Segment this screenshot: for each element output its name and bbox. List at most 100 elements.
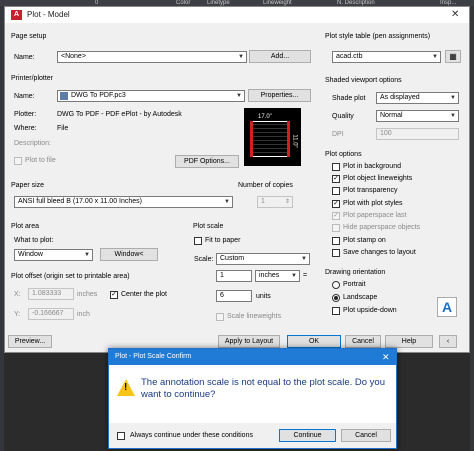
- quality-select[interactable]: Normal ▼: [376, 110, 459, 122]
- edit-plot-style-icon[interactable]: ▦: [445, 50, 461, 63]
- shade-plot-label: Shade plot: [332, 95, 366, 102]
- fit-to-paper-label: Fit to paper: [205, 237, 241, 244]
- offset-y-label: Y:: [14, 311, 21, 318]
- what-to-plot-select[interactable]: Window ▼: [14, 249, 93, 261]
- printer-header: Printer/plotter: [11, 75, 54, 82]
- plot-object-lineweights-checkbox[interactable]: ✓: [332, 175, 340, 183]
- preview-button[interactable]: Preview...: [8, 335, 52, 348]
- plot-scale-confirm-dialog: Plot - Plot Scale Confirm ✕ ! The annota…: [108, 348, 397, 449]
- plot-options-header: Plot options: [325, 151, 362, 158]
- help-button[interactable]: Help: [385, 335, 433, 348]
- confirm-dialog-title: Plot - Plot Scale Confirm: [115, 353, 192, 360]
- save-changes-to-layout-checkbox[interactable]: [332, 249, 340, 257]
- paper-size-value: ANSI full bleed B (17.00 x 11.00 Inches): [18, 198, 142, 205]
- chevron-down-icon: ▼: [238, 54, 244, 60]
- pdf-options-button[interactable]: PDF Options...: [175, 155, 239, 168]
- paper-width-label: 17.0": [258, 114, 272, 120]
- continue-button[interactable]: Continue: [279, 429, 336, 442]
- add-page-setup-button[interactable]: Add...: [249, 50, 311, 63]
- properties-button[interactable]: Properties...: [248, 89, 311, 102]
- plot-offset-header: Plot offset (origin set to printable are…: [11, 273, 130, 280]
- scale-drawing-units-label: units: [256, 293, 271, 300]
- spinner-icon: ⇕: [284, 199, 290, 205]
- plot-style-header: Plot style table (pen assignments): [325, 33, 431, 40]
- window-pick-button[interactable]: Window<: [100, 248, 158, 261]
- plot-in-background-checkbox[interactable]: [332, 163, 340, 171]
- confirm-cancel-button[interactable]: Cancel: [341, 429, 391, 442]
- copies-input[interactable]: 1 ⇕: [257, 196, 293, 208]
- warning-icon: !: [117, 379, 135, 396]
- printer-name-select[interactable]: DWG To PDF.pc3 ▼: [57, 90, 245, 102]
- plot-style-value: acad.ctb: [336, 53, 363, 60]
- chevron-down-icon: ▼: [224, 199, 230, 205]
- plot-scale-header: Plot scale: [193, 223, 224, 230]
- scale-select[interactable]: Custom ▼: [216, 253, 310, 265]
- printer-name-value: DWG To PDF.pc3: [71, 92, 126, 99]
- confirm-dialog-titlebar: Plot - Plot Scale Confirm ✕: [109, 349, 396, 365]
- scale-value: Custom: [220, 255, 245, 262]
- plot-upside-down-checkbox[interactable]: [332, 307, 340, 315]
- plot-stamp-on-checkbox[interactable]: [332, 237, 340, 245]
- center-plot-checkbox[interactable]: ✓: [110, 291, 118, 299]
- chevron-down-icon: ▼: [291, 273, 297, 279]
- plot-dialog: A Plot - Model ✕ Page setup Name: <None>…: [4, 6, 470, 353]
- close-icon[interactable]: ✕: [382, 352, 390, 363]
- hide-paperspace-objects-checkbox[interactable]: [332, 224, 340, 232]
- always-continue-checkbox[interactable]: [117, 432, 125, 440]
- cancel-button[interactable]: Cancel: [345, 335, 381, 348]
- paper-preview-sheet: [250, 121, 290, 157]
- chevron-down-icon: ▼: [450, 113, 456, 119]
- landscape-radio[interactable]: [332, 294, 340, 302]
- chevron-down-icon: ▼: [432, 54, 438, 60]
- page-setup-name-value: <None>: [61, 53, 86, 60]
- shade-plot-select[interactable]: As displayed ▼: [376, 92, 459, 104]
- plot-to-file-label: Plot to file: [25, 157, 56, 164]
- dpi-label: DPI: [332, 131, 344, 138]
- plot-upside-down-label: Plot upside-down: [343, 307, 397, 314]
- printer-name-label: Name:: [14, 93, 35, 100]
- scale-lineweights-checkbox[interactable]: [216, 313, 224, 321]
- plot-paperspace-last-checkbox[interactable]: ✓: [332, 212, 340, 220]
- close-icon[interactable]: ✕: [451, 9, 459, 20]
- where-value: File: [57, 125, 69, 132]
- chevron-left-icon: ‹: [446, 338, 450, 345]
- offset-x-input[interactable]: 1.083333: [28, 288, 74, 300]
- copies-header: Number of copies: [238, 182, 293, 189]
- scale-units-value: inches: [259, 272, 280, 279]
- collapse-options-button[interactable]: ‹: [439, 335, 457, 348]
- plot-option-label: Plot object lineweights: [343, 175, 413, 182]
- plot-dialog-title: Plot - Model: [27, 10, 70, 19]
- apply-to-layout-button[interactable]: Apply to Layout: [218, 335, 280, 348]
- shaded-header: Shaded viewport options: [325, 77, 402, 84]
- background-right-panel: [470, 6, 474, 451]
- paper-size-select[interactable]: ANSI full bleed B (17.00 x 11.00 Inches)…: [14, 196, 233, 208]
- fit-to-paper-checkbox[interactable]: [194, 237, 202, 245]
- page-setup-name-select[interactable]: <None> ▼: [57, 51, 247, 63]
- paper-size-header: Paper size: [11, 182, 45, 189]
- orientation-header: Drawing orientation: [325, 269, 386, 276]
- autocad-app-icon: A: [11, 10, 22, 20]
- shade-plot-value: As displayed: [380, 94, 420, 101]
- printer-icon: [60, 92, 68, 100]
- plot-with-plot-styles-checkbox[interactable]: ✓: [332, 200, 340, 208]
- ok-button[interactable]: OK: [287, 335, 341, 348]
- paper-preview: 17.0" 11.0": [244, 108, 301, 166]
- page-setup-name-label: Name:: [14, 54, 35, 61]
- plot-transparency-checkbox[interactable]: [332, 187, 340, 195]
- warning-icon-glyph: !: [124, 382, 128, 393]
- quality-label: Quality: [332, 113, 354, 120]
- paper-preview-margin: [287, 121, 290, 157]
- scale-lineweights-label: Scale lineweights: [227, 313, 282, 320]
- chevron-down-icon: ▼: [301, 256, 307, 262]
- scale-label: Scale:: [194, 256, 214, 263]
- scale-units-select[interactable]: inches ▼: [255, 270, 300, 282]
- portrait-radio[interactable]: [332, 281, 340, 289]
- scale-paper-units-input[interactable]: 1: [216, 270, 252, 282]
- plot-to-file-checkbox[interactable]: [14, 157, 22, 165]
- scale-drawing-units-input[interactable]: 6: [216, 290, 252, 302]
- copies-value: 1: [261, 198, 265, 205]
- plot-style-select[interactable]: acad.ctb ▼: [332, 51, 441, 63]
- paper-preview-margin: [250, 121, 253, 157]
- dpi-input[interactable]: 100: [376, 128, 459, 140]
- offset-y-input[interactable]: -0.166667: [28, 308, 74, 320]
